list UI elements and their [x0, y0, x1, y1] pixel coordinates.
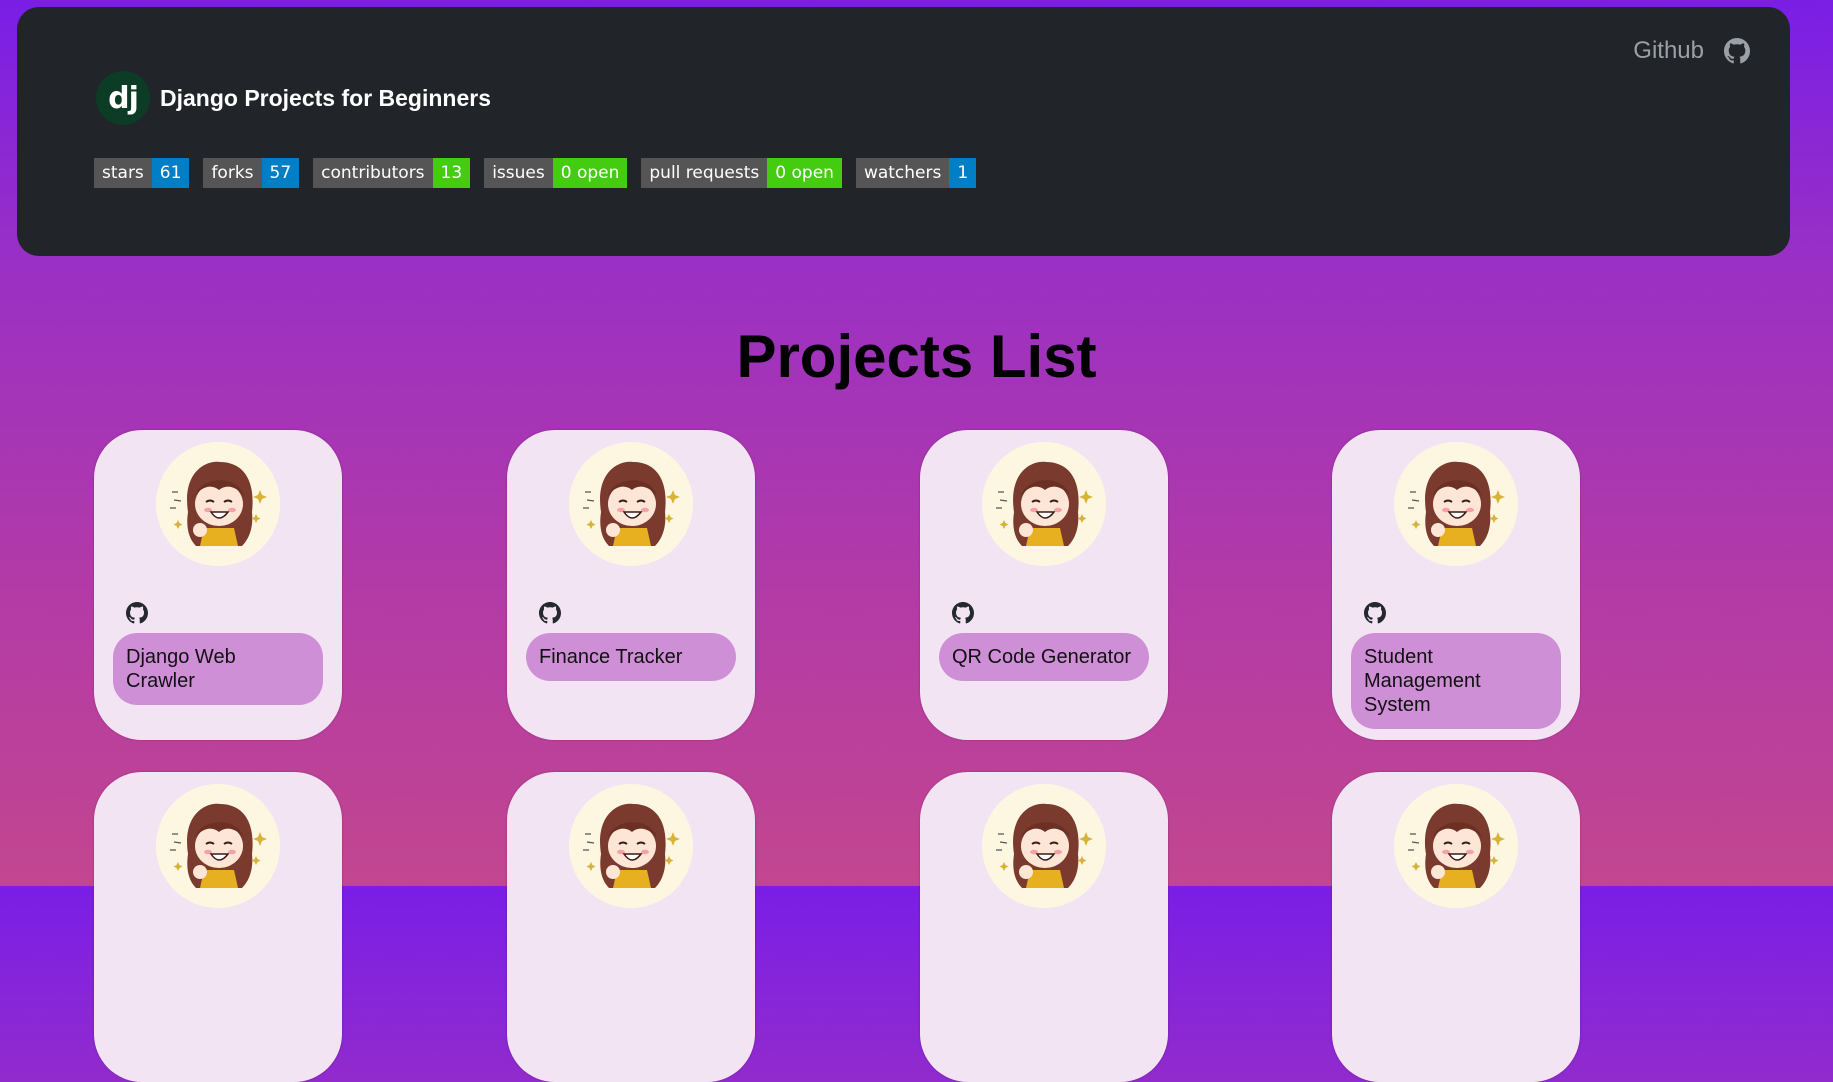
- badge-label: forks: [203, 158, 262, 188]
- site-title[interactable]: Django Projects for Beginners: [160, 85, 491, 112]
- badge-value: 57: [261, 158, 300, 188]
- badge-value: 0 open: [767, 158, 842, 188]
- project-card[interactable]: QR Code Generator: [920, 430, 1168, 740]
- github-icon[interactable]: [1364, 602, 1386, 628]
- badge-value: 61: [151, 158, 190, 188]
- github-icon[interactable]: [126, 602, 148, 628]
- badge-label: watchers: [855, 158, 950, 188]
- badge-value: 13: [432, 158, 471, 188]
- project-card[interactable]: [94, 772, 342, 1082]
- github-icon[interactable]: [952, 602, 974, 628]
- project-name[interactable]: Student Management System: [1351, 633, 1561, 729]
- project-avatar: [1394, 784, 1518, 908]
- project-avatar: [569, 442, 693, 566]
- project-name[interactable]: Django Web Crawler: [113, 633, 323, 705]
- badge-contributors[interactable]: contributors 13: [313, 158, 471, 188]
- project-avatar: [156, 442, 280, 566]
- badge-pull-requests[interactable]: pull requests 0 open: [641, 158, 842, 188]
- github-link[interactable]: Github: [1633, 37, 1750, 65]
- project-avatar: [569, 784, 693, 908]
- badge-issues[interactable]: issues 0 open: [484, 158, 628, 188]
- site-header: dj Django Projects for Beginners Github …: [17, 7, 1790, 256]
- project-avatar: [156, 784, 280, 908]
- badge-value: 0 open: [552, 158, 628, 188]
- project-name[interactable]: Finance Tracker: [526, 633, 736, 681]
- badge-stars[interactable]: stars 61: [94, 158, 190, 188]
- project-avatar: [1394, 442, 1518, 566]
- django-logo[interactable]: dj: [96, 71, 150, 125]
- brand[interactable]: dj Django Projects for Beginners: [96, 71, 491, 125]
- github-icon[interactable]: [539, 602, 561, 628]
- project-card[interactable]: [507, 772, 755, 1082]
- project-card[interactable]: [920, 772, 1168, 1082]
- github-icon[interactable]: [1724, 38, 1750, 64]
- project-avatar: [982, 442, 1106, 566]
- badge-label: pull requests: [641, 158, 768, 188]
- project-card[interactable]: Student Management System: [1332, 430, 1580, 740]
- project-card[interactable]: [1332, 772, 1580, 1082]
- project-name[interactable]: QR Code Generator: [939, 633, 1149, 681]
- badge-label: issues: [484, 158, 553, 188]
- badge-forks[interactable]: forks 57: [203, 158, 300, 188]
- project-card[interactable]: Django Web Crawler: [94, 430, 342, 740]
- badge-value: 1: [949, 158, 977, 188]
- badge-label: stars: [94, 158, 152, 188]
- badge-label: contributors: [313, 158, 433, 188]
- repo-badges: stars 61 forks 57 contributors 13 issues…: [94, 158, 977, 188]
- page-title: Projects List: [736, 323, 1097, 390]
- project-avatar: [982, 784, 1106, 908]
- project-card[interactable]: Finance Tracker: [507, 430, 755, 740]
- github-link-label[interactable]: Github: [1633, 37, 1704, 65]
- badge-watchers[interactable]: watchers 1: [855, 158, 977, 188]
